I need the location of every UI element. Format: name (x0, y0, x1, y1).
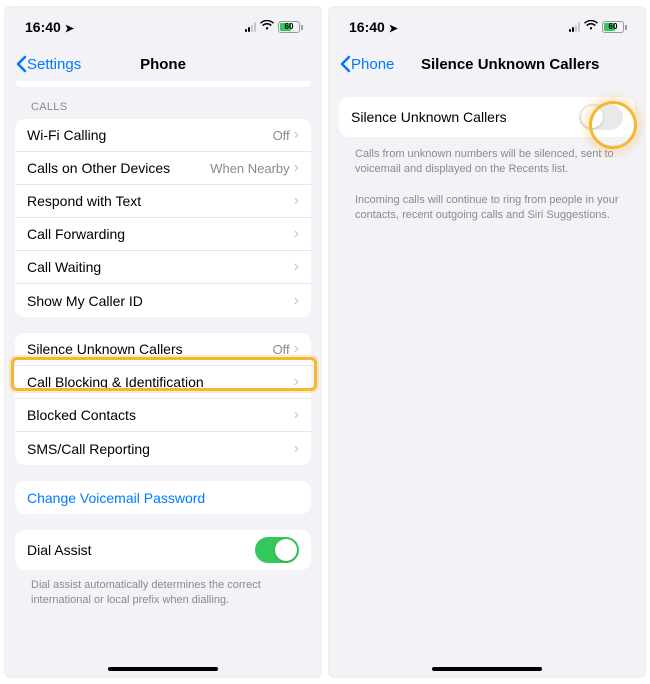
voicemail-group: Change Voicemail Password (15, 481, 311, 514)
cell-silence-unknown[interactable]: Silence Unknown Callers Off › (15, 333, 311, 366)
cell-blocked-contacts[interactable]: Blocked Contacts › (15, 399, 311, 432)
back-button[interactable]: Settings (15, 55, 81, 73)
cell-label: Show My Caller ID (27, 293, 294, 309)
nav-bar: Settings Phone (5, 47, 321, 81)
status-bar: 16:40 ➤ 60 (5, 7, 321, 47)
footer-text-2: Incoming calls will continue to ring fro… (339, 189, 635, 235)
phone-settings-screen: 16:40 ➤ 60 Settings Phone CALLS Wi-Fi Ca (4, 6, 322, 678)
cell-call-forwarding[interactable]: Call Forwarding › (15, 218, 311, 251)
cell-other-devices[interactable]: Calls on Other Devices When Nearby › (15, 152, 311, 185)
home-indicator[interactable] (432, 667, 542, 671)
cell-change-voicemail-password[interactable]: Change Voicemail Password (15, 481, 311, 514)
location-icon: ➤ (65, 23, 74, 35)
cell-wifi-calling[interactable]: Wi-Fi Calling Off › (15, 119, 311, 152)
cell-label: Calls on Other Devices (27, 160, 210, 176)
home-indicator[interactable] (108, 667, 218, 671)
chevron-left-icon (339, 55, 351, 73)
chevron-right-icon: › (294, 127, 299, 143)
chevron-right-icon: › (294, 160, 299, 176)
chevron-right-icon: › (294, 193, 299, 209)
chevron-right-icon: › (294, 226, 299, 242)
dial-assist-toggle[interactable] (255, 537, 299, 563)
battery-icon: 60 (278, 21, 303, 33)
cell-label: Silence Unknown Callers (351, 109, 579, 125)
cell-label: Change Voicemail Password (27, 490, 299, 506)
cell-value: Off (273, 128, 290, 143)
cell-label: Call Forwarding (27, 226, 294, 242)
location-icon: ➤ (389, 23, 398, 35)
cell-dial-assist[interactable]: Dial Assist (15, 530, 311, 570)
status-bar: 16:40 ➤ 60 (329, 7, 645, 47)
back-button[interactable]: Phone (339, 55, 394, 73)
cell-label: Dial Assist (27, 542, 255, 558)
cell-label: Call Waiting (27, 259, 294, 275)
cell-call-blocking[interactable]: Call Blocking & Identification › (15, 366, 311, 399)
cell-label: Silence Unknown Callers (27, 341, 273, 357)
silence-unknown-screen: 16:40 ➤ 60 Phone Silence Unknown Callers… (328, 6, 646, 678)
status-time: 16:40 ➤ (349, 19, 398, 35)
silence-unknown-toggle[interactable] (579, 104, 623, 130)
chevron-left-icon (15, 55, 27, 73)
cellular-icon (569, 22, 580, 32)
chevron-right-icon: › (294, 259, 299, 275)
nav-bar: Phone Silence Unknown Callers (329, 47, 645, 81)
section-header-calls: CALLS (15, 87, 311, 119)
cell-respond-text[interactable]: Respond with Text › (15, 185, 311, 218)
calls-group: Wi-Fi Calling Off › Calls on Other Devic… (15, 119, 311, 317)
cell-label: SMS/Call Reporting (27, 441, 294, 457)
cellular-icon (245, 22, 256, 32)
chevron-right-icon: › (294, 441, 299, 457)
back-label: Settings (27, 56, 81, 73)
chevron-right-icon: › (294, 407, 299, 423)
cell-caller-id[interactable]: Show My Caller ID › (15, 284, 311, 317)
silence-group: Silence Unknown Callers Off › Call Block… (15, 333, 311, 465)
wifi-icon (260, 20, 274, 34)
chevron-right-icon: › (294, 293, 299, 309)
cell-value: When Nearby (210, 161, 289, 176)
cell-label: Respond with Text (27, 193, 294, 209)
dial-assist-group: Dial Assist (15, 530, 311, 570)
cell-silence-toggle[interactable]: Silence Unknown Callers (339, 97, 635, 137)
cell-sms-reporting[interactable]: SMS/Call Reporting › (15, 432, 311, 465)
wifi-icon (584, 20, 598, 34)
back-label: Phone (351, 56, 394, 73)
status-time: 16:40 ➤ (25, 19, 74, 35)
battery-icon: 60 (602, 21, 627, 33)
cell-call-waiting[interactable]: Call Waiting › (15, 251, 311, 284)
cell-label: Blocked Contacts (27, 407, 294, 423)
dial-assist-footer: Dial assist automatically determines the… (15, 574, 311, 620)
chevron-right-icon: › (294, 374, 299, 390)
footer-text-1: Calls from unknown numbers will be silen… (339, 143, 635, 189)
cell-label: Wi-Fi Calling (27, 127, 273, 143)
cell-value: Off (273, 342, 290, 357)
cell-label: Call Blocking & Identification (27, 374, 294, 390)
chevron-right-icon: › (294, 341, 299, 357)
